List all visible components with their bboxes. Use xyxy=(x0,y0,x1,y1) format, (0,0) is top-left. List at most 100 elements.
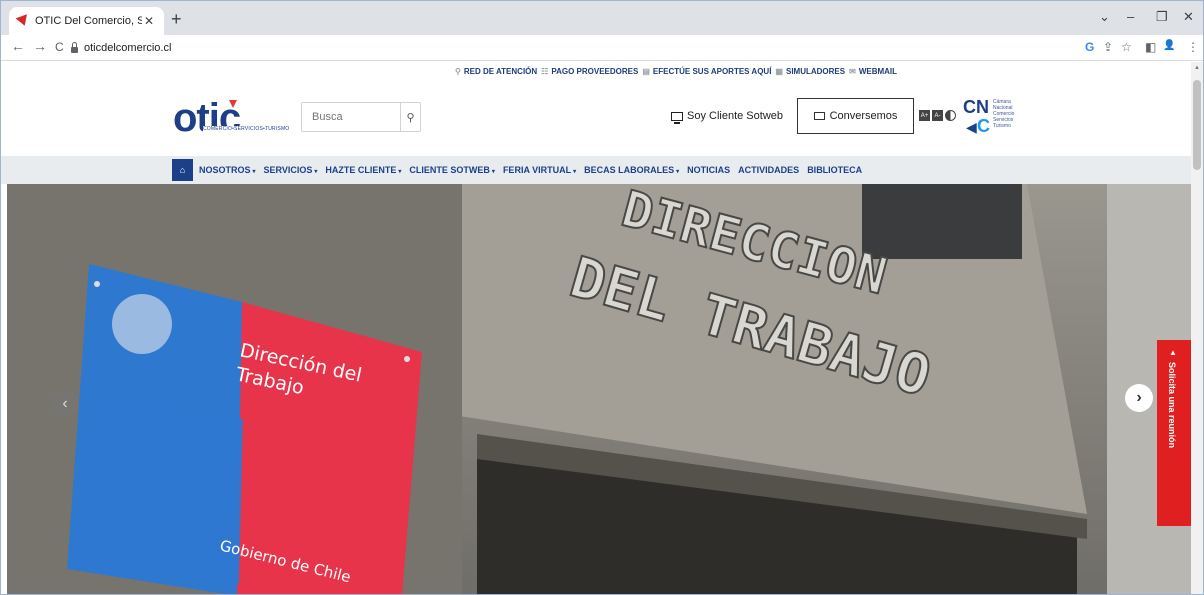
solicita-label: Solicita una reunión xyxy=(1167,362,1177,449)
search-icon[interactable]: ⚲ xyxy=(400,103,420,131)
menu-item-label: SERVICIOS xyxy=(263,165,313,175)
scroll-up-icon[interactable]: ▲ xyxy=(1194,65,1200,71)
tab-strip: OTIC Del Comercio, Servicios y T... ✕ + … xyxy=(1,1,1203,35)
otic-logo[interactable]: otic COMERCIO•SERVICIOS•TURISMO xyxy=(173,98,293,142)
contrast-icon[interactable] xyxy=(945,110,956,121)
cnc-logo[interactable]: C N ◀ C Cámara Nacional Comercio Servici… xyxy=(963,97,1033,139)
menu-item-label: CLIENTE SOTWEB xyxy=(409,165,490,175)
cnc-letter-c2: C xyxy=(977,116,990,136)
envelope-icon: ✉ xyxy=(849,66,856,76)
browser-window: OTIC Del Comercio, Servicios y T... ✕ + … xyxy=(0,0,1204,595)
menu-item-label: NOSOTROS xyxy=(199,165,251,175)
menu-item-noticias[interactable]: NOTICIAS xyxy=(687,165,730,175)
cnc-text: Cámara Nacional Comercio Servicios Turis… xyxy=(993,99,1014,129)
caret-down-icon: ▾ xyxy=(573,169,577,175)
calculator-icon: ▦ xyxy=(775,66,783,76)
restore-button[interactable]: ❐ xyxy=(1156,9,1168,25)
caret-down-icon: ▾ xyxy=(676,169,680,175)
profile-icon[interactable]: 👤 xyxy=(1163,40,1175,51)
carousel-next-button[interactable]: › xyxy=(1125,384,1153,412)
monitor-icon xyxy=(671,111,683,124)
arrow-up-icon: ▲ xyxy=(1169,348,1177,357)
back-button[interactable]: ← xyxy=(11,38,25,54)
search-input[interactable] xyxy=(302,103,400,131)
browser-tab[interactable]: OTIC Del Comercio, Servicios y T... ✕ xyxy=(9,7,164,35)
menu-item-label: HAZTE CLIENTE xyxy=(325,165,397,175)
utility-link-label: PAGO PROVEEDORES xyxy=(551,66,639,76)
hero-photo: Dirección del Trabajo Gobierno de Chile … xyxy=(7,184,1191,594)
hero-carousel: Dirección del Trabajo Gobierno de Chile … xyxy=(7,184,1191,594)
cnc-letter-n: N xyxy=(976,97,989,117)
new-tab-button[interactable]: + xyxy=(171,9,182,30)
logo-tagline: COMERCIO•SERVICIOS•TURISMO xyxy=(203,126,290,132)
otic-favicon-icon xyxy=(15,14,31,28)
cliente-label: Soy Cliente Sotweb xyxy=(687,110,783,122)
google-translate-icon[interactable]: G xyxy=(1085,40,1094,54)
utility-bar: ⚲ RED DE ATENCIÓN ☷ PAGO PROVEEDORES ▤ EFEC… xyxy=(1,62,1191,80)
utility-link-red-atencion[interactable]: ⚲ RED DE ATENCIÓN xyxy=(455,67,537,76)
utility-link-label: RED DE ATENCIÓN xyxy=(463,66,538,76)
reload-button[interactable]: C xyxy=(55,40,64,54)
menu-item-label: NOTICIAS xyxy=(687,165,731,175)
main-menu: ⌂ NOSOTROS ▾ SERVICIOS ▾ HAZTE CLIENTE ▾ CLIEN… xyxy=(172,159,870,181)
utility-link-label: WEBMAIL xyxy=(858,66,898,76)
menu-item-label: FERIA VIRTUAL xyxy=(502,165,572,175)
browser-toolbar: ← → C oticdelcomercio.cl G ⇪ ☆ ◧ 👤 ⋮ xyxy=(1,35,1203,61)
card-icon: ▤ xyxy=(642,66,650,76)
home-icon[interactable]: ⌂ xyxy=(172,159,193,181)
bookmark-star-icon[interactable]: ☆ xyxy=(1121,40,1132,54)
page-scrollbar[interactable]: ▲ xyxy=(1191,62,1203,594)
font-decrease-button[interactable]: A- xyxy=(932,110,943,121)
side-panel-icon[interactable]: ◧ xyxy=(1145,40,1156,54)
caret-down-icon: ▾ xyxy=(314,169,318,175)
site-header: otic COMERCIO•SERVICIOS•TURISMO ⚲ Soy Cl… xyxy=(1,80,1191,156)
conversemos-button[interactable]: Conversemos xyxy=(797,98,914,134)
utility-link-label: EFECTÚE SUS APORTES AQUÍ xyxy=(652,66,772,76)
scrollbar-thumb[interactable] xyxy=(1193,80,1201,170)
menu-item-becas-laborales[interactable]: BECAS LABORALES ▾ xyxy=(584,165,679,175)
menu-item-label: ACTIVIDADES xyxy=(738,165,800,175)
menu-item-nosotros[interactable]: NOSOTROS ▾ xyxy=(199,165,256,175)
close-icon[interactable]: ✕ xyxy=(142,14,156,28)
people-icon: ☷ xyxy=(541,66,549,76)
menu-item-cliente-sotweb[interactable]: CLIENTE SOTWEB ▾ xyxy=(409,165,495,175)
font-increase-button[interactable]: A+ xyxy=(919,110,930,121)
cnc-arrow-icon: ◀ xyxy=(966,119,977,135)
utility-link-label: SIMULADORES xyxy=(785,66,846,76)
utility-link-webmail[interactable]: ✉ WEBMAIL xyxy=(849,67,897,76)
url-text: oticdelcomercio.cl xyxy=(84,42,172,54)
address-bar[interactable]: oticdelcomercio.cl xyxy=(71,37,1061,59)
share-icon[interactable]: ⇪ xyxy=(1103,40,1113,54)
menu-icon[interactable]: ⋮ xyxy=(1187,40,1199,54)
utility-link-pago-proveedores[interactable]: ☷ PAGO PROVEEDORES xyxy=(541,67,638,76)
caret-down-icon: ▾ xyxy=(252,169,256,175)
menu-item-actividades[interactable]: ACTIVIDADES xyxy=(738,165,799,175)
lock-icon xyxy=(71,42,78,53)
carousel-prev-button[interactable]: ‹ xyxy=(51,390,79,418)
menu-item-feria-virtual[interactable]: FERIA VIRTUAL ▾ xyxy=(503,165,576,175)
solicita-reunion-tab[interactable]: ▲ Solicita una reunión xyxy=(1157,340,1191,526)
caret-down-icon: ▾ xyxy=(491,169,495,175)
envelope-icon xyxy=(813,112,825,120)
menu-item-label: BECAS LABORALES xyxy=(584,165,675,175)
tab-title: OTIC Del Comercio, Servicios y T... xyxy=(35,15,142,27)
menu-item-biblioteca[interactable]: BIBLIOTECA xyxy=(807,165,862,175)
location-pin-icon: ⚲ xyxy=(454,66,461,76)
utility-link-simuladores[interactable]: ▦ SIMULADORES xyxy=(775,67,845,76)
minimize-button[interactable]: – xyxy=(1127,9,1134,24)
caret-down-icon: ▾ xyxy=(398,169,402,175)
menu-item-servicios[interactable]: SERVICIOS ▾ xyxy=(264,165,318,175)
utility-link-aportes[interactable]: ▤ EFECTÚE SUS APORTES AQUÍ xyxy=(642,67,771,76)
logo-accent-icon xyxy=(229,100,237,108)
accessibility-controls: A+ A- xyxy=(919,110,956,121)
conversemos-label: Conversemos xyxy=(829,110,898,122)
chevron-down-icon[interactable]: ⌄ xyxy=(1099,9,1110,25)
cnc-letter-c: C xyxy=(963,97,976,117)
soy-cliente-sotweb-link[interactable]: Soy Cliente Sotweb xyxy=(671,110,783,124)
forward-button[interactable]: → xyxy=(33,38,47,54)
menu-item-label: BIBLIOTECA xyxy=(807,165,863,175)
page-viewport: ⚲ RED DE ATENCIÓN ☷ PAGO PROVEEDORES ▤ EFEC… xyxy=(1,62,1203,594)
menu-item-hazte-cliente[interactable]: HAZTE CLIENTE ▾ xyxy=(325,165,401,175)
window-close-button[interactable]: ✕ xyxy=(1183,9,1194,25)
search-box: ⚲ xyxy=(301,102,421,132)
